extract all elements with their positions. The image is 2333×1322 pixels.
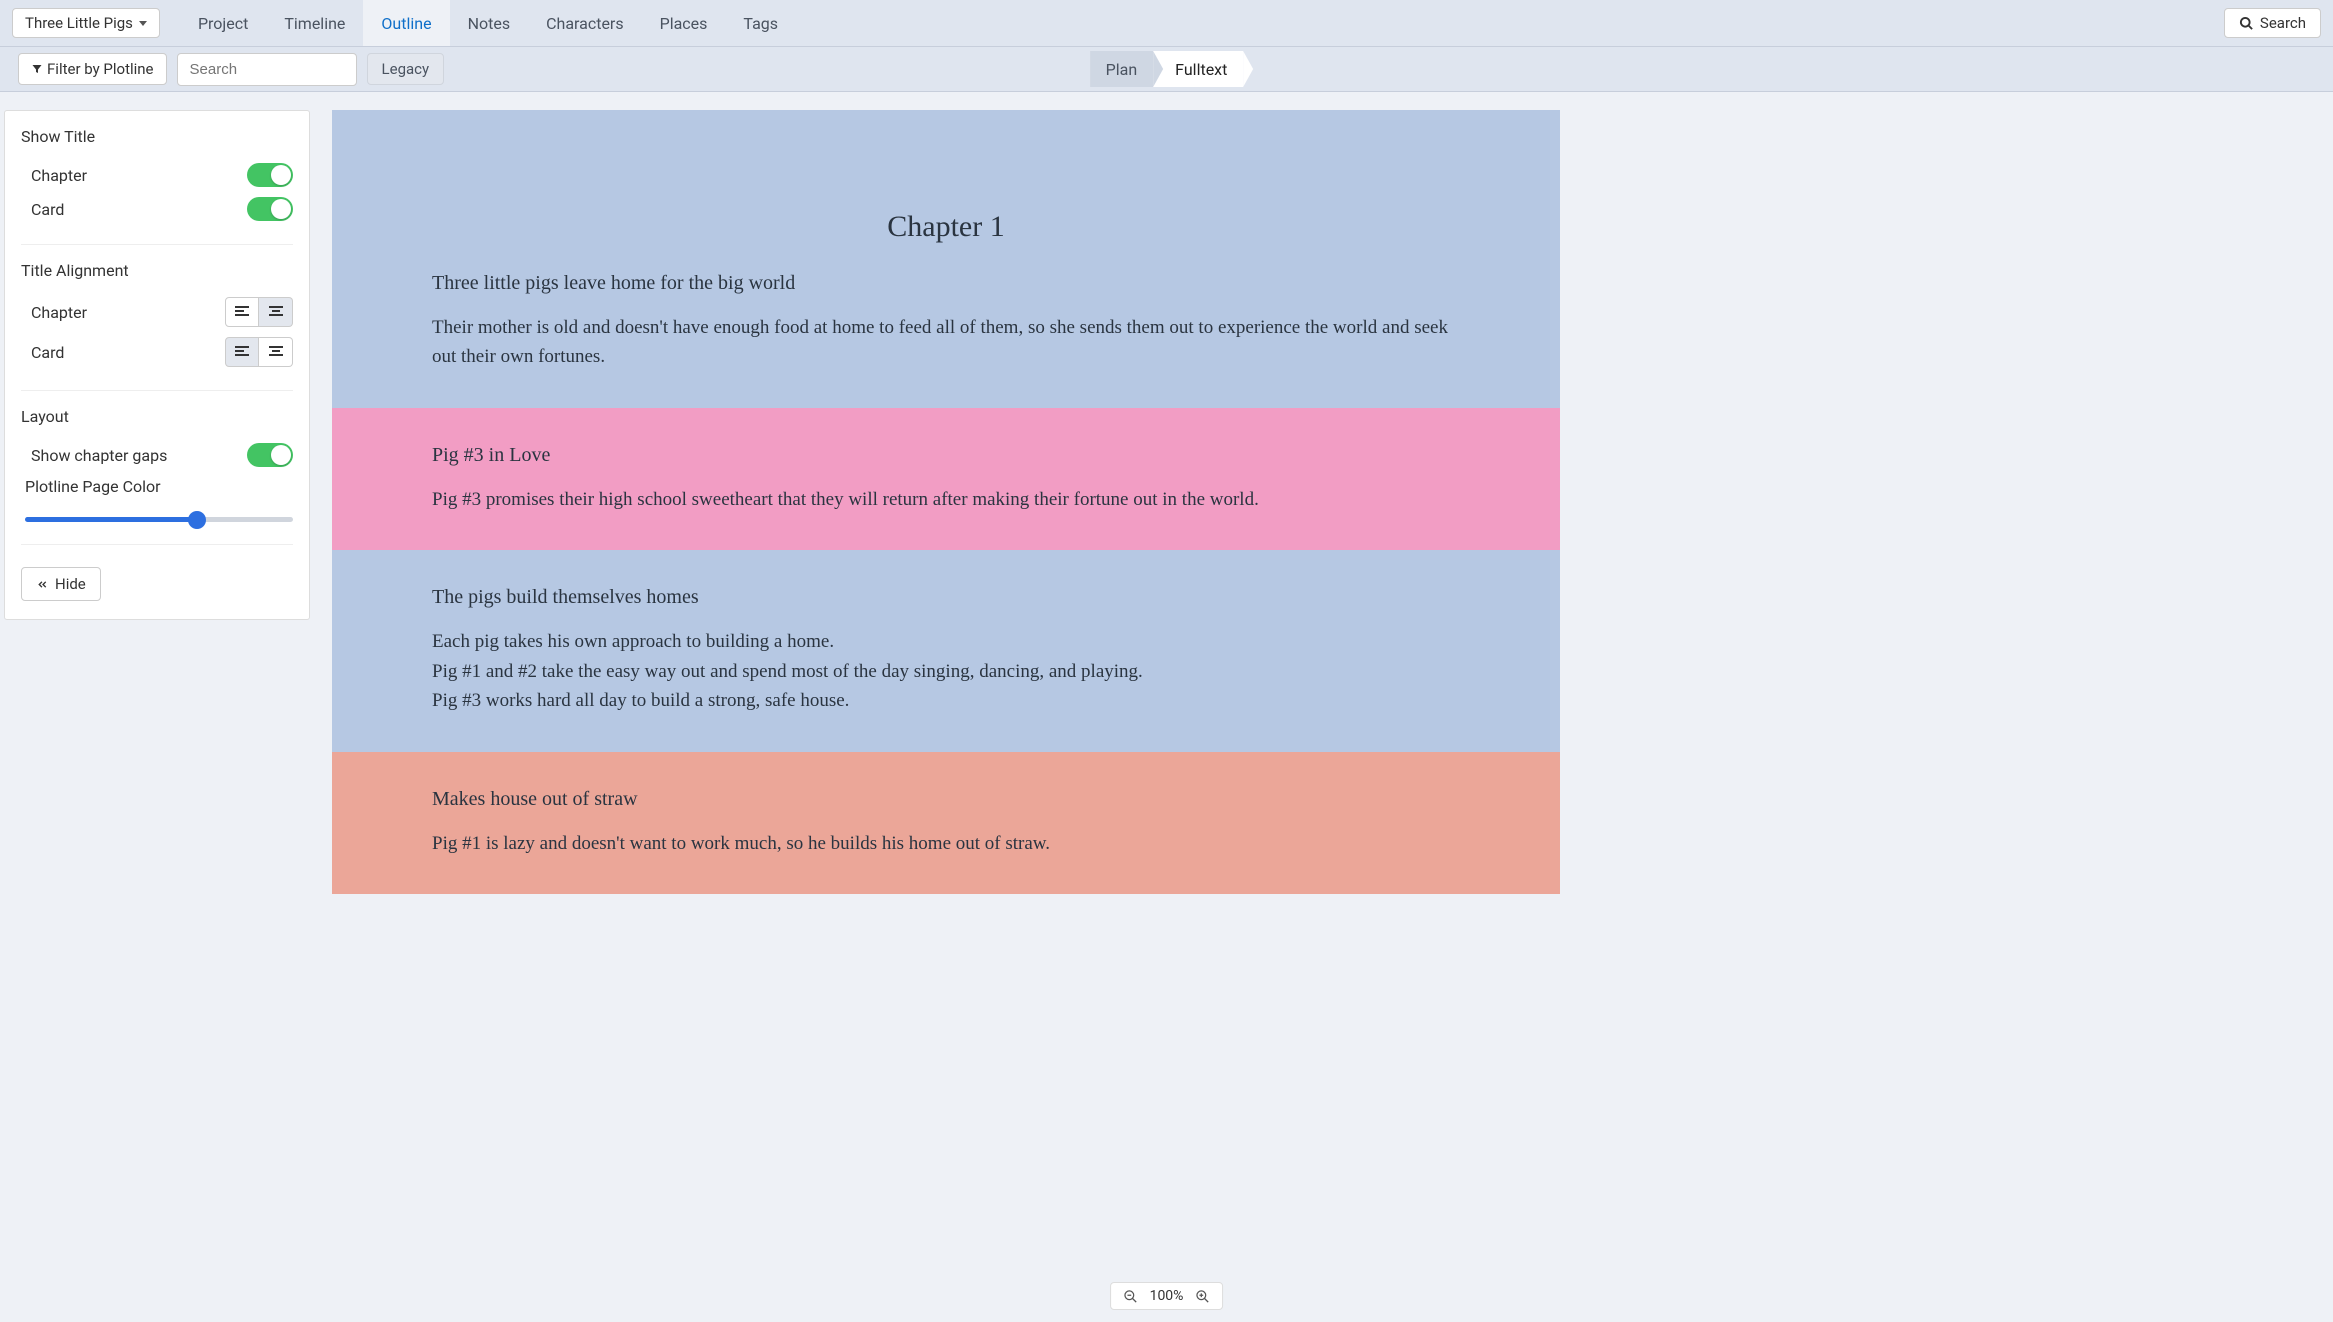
search-label: Search [2260,14,2306,32]
card-title: Pig #3 in Love [432,444,1460,467]
zoom-control: 100% [1110,1282,1224,1310]
card-align-center[interactable] [259,337,293,367]
project-selector[interactable]: Three Little Pigs [12,8,160,38]
story-card[interactable]: Pig #3 in Love Pig #3 promises their high… [332,408,1560,550]
nav-tab-notes[interactable]: Notes [450,0,529,46]
card-title: The pigs build themselves homes [432,586,1460,609]
settings-sidebar: Show Title Chapter Card Title Alignment … [4,110,310,620]
align-center-icon [269,306,283,318]
document-area: Chapter 1 Three little pigs leave home fo… [332,110,1560,894]
caret-down-icon [139,21,147,26]
chevron-left-double-icon [36,578,49,591]
chapter-align-left[interactable] [225,297,259,327]
card-body: Pig #1 is lazy and doesn't want to work … [432,829,1460,858]
show-gaps-label: Show chapter gaps [31,446,167,465]
card-align-label: Card [31,343,64,362]
title-alignment-heading: Title Alignment [21,261,293,280]
legacy-button[interactable]: Legacy [367,53,445,85]
zoom-value: 100% [1150,1288,1184,1304]
nav-tab-characters[interactable]: Characters [528,0,642,46]
filter-plotline-button[interactable]: Filter by Plotline [18,53,167,85]
card-body: Their mother is old and doesn't have eno… [432,313,1460,372]
nav-tab-outline[interactable]: Outline [363,0,449,46]
search-button[interactable]: Search [2224,8,2321,38]
plotline-color-label: Plotline Page Color [25,477,161,496]
nav-tab-tags[interactable]: Tags [725,0,796,46]
card-title: Makes house out of straw [432,788,1460,811]
toggle-show-gaps[interactable] [247,443,293,467]
nav-tab-places[interactable]: Places [642,0,726,46]
breadcrumb-fulltext[interactable]: Fulltext [1153,51,1243,87]
hide-sidebar-button[interactable]: Hide [21,567,101,601]
breadcrumb-plan[interactable]: Plan [1090,51,1154,87]
toolbar: Filter by Plotline Legacy Plan Fulltext [0,46,2333,92]
show-title-heading: Show Title [21,127,293,146]
chapter-title: Chapter 1 [432,210,1460,244]
zoom-out-button[interactable] [1123,1289,1138,1304]
show-card-label: Card [31,200,64,219]
search-icon [2239,16,2254,31]
zoom-in-button[interactable] [1195,1289,1210,1304]
chapter-align-center[interactable] [259,297,293,327]
toggle-show-card[interactable] [247,197,293,221]
nav-tab-project[interactable]: Project [180,0,266,46]
story-card[interactable]: Chapter 1 Three little pigs leave home fo… [332,110,1560,408]
story-card[interactable]: The pigs build themselves homes Each pig … [332,550,1560,751]
align-left-icon [235,346,249,358]
chapter-align-label: Chapter [31,303,87,322]
layout-heading: Layout [21,407,293,426]
card-body: Each pig takes his own approach to build… [432,627,1460,715]
filter-label: Filter by Plotline [47,60,154,78]
filter-icon [31,63,43,75]
view-breadcrumb: Plan Fulltext [1090,51,1244,87]
card-align-left[interactable] [225,337,259,367]
toggle-show-chapter[interactable] [247,163,293,187]
nav-tabs: ProjectTimelineOutlineNotesCharactersPla… [180,0,796,46]
topbar: Three Little Pigs ProjectTimelineOutline… [0,0,2333,46]
align-center-icon [269,346,283,358]
show-chapter-label: Chapter [31,166,87,185]
hide-label: Hide [55,575,86,593]
project-name: Three Little Pigs [25,14,133,32]
align-left-icon [235,306,249,318]
card-title: Three little pigs leave home for the big… [432,272,1460,295]
outline-search-input[interactable] [177,53,357,86]
card-body: Pig #3 promises their high school sweeth… [432,485,1460,514]
zoom-out-icon [1123,1289,1138,1304]
zoom-in-icon [1195,1289,1210,1304]
nav-tab-timeline[interactable]: Timeline [266,0,363,46]
plotline-color-slider[interactable] [25,517,293,522]
story-card[interactable]: Makes house out of straw Pig #1 is lazy a… [332,752,1560,894]
